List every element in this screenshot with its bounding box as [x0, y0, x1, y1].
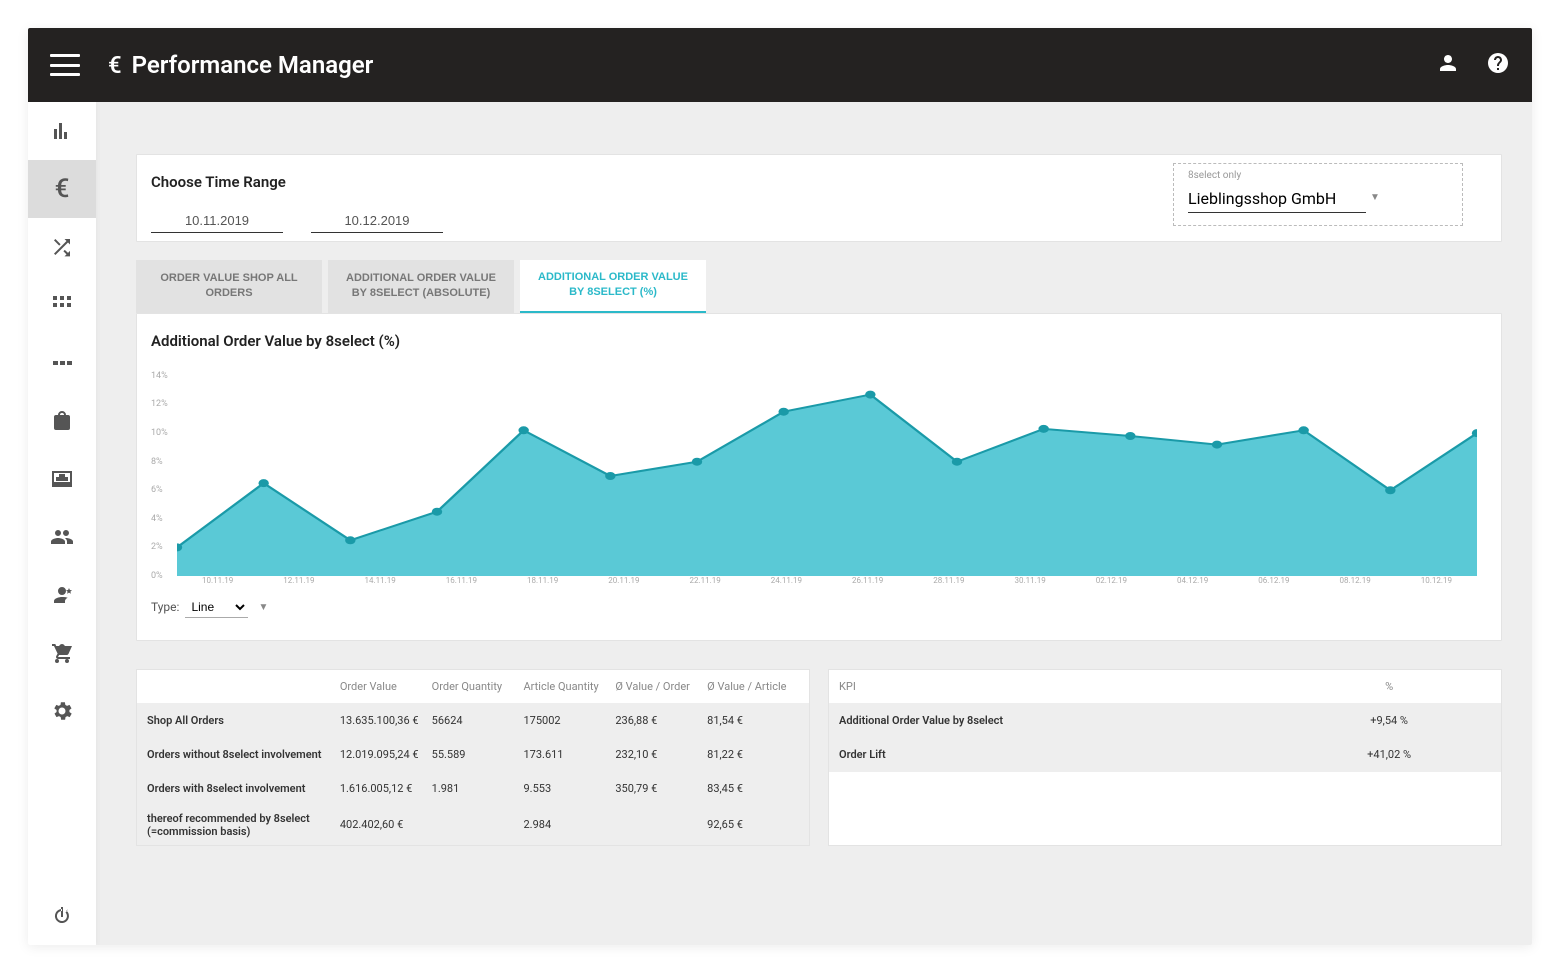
- sidebar-item-settings[interactable]: [28, 682, 96, 740]
- shop-selector[interactable]: 8select only Lieblingsshop GmbH ▼: [1173, 163, 1463, 226]
- chart-area: 0%2%4%6%8%10%12%14%: [177, 376, 1477, 576]
- sidebar-item-power[interactable]: [28, 887, 96, 945]
- sidebar-item-dashboard[interactable]: [28, 334, 96, 392]
- menu-toggle-icon[interactable]: [50, 54, 80, 76]
- sidebar-item-star-user[interactable]: [28, 566, 96, 624]
- tab-additional-percent[interactable]: ADDITIONAL ORDER VALUE BY 8SELECT (%): [520, 260, 706, 313]
- chart-x-tick: 02.12.19: [1071, 576, 1152, 585]
- shop-selector-value: Lieblingsshop GmbH: [1188, 185, 1366, 213]
- time-range-title: Choose Time Range: [151, 173, 443, 191]
- date-from-input[interactable]: [151, 209, 283, 233]
- chart-y-tick: 6%: [151, 485, 163, 495]
- sidebar-item-revenue[interactable]: €: [28, 160, 96, 218]
- chart-y-tick: 2%: [151, 542, 163, 552]
- chart-y-tick: 10%: [151, 428, 168, 438]
- table-row: Orders without 8select involvement12.019…: [137, 738, 809, 772]
- header-currency-icon: €: [108, 51, 122, 79]
- tab-additional-absolute[interactable]: ADDITIONAL ORDER VALUE BY 8SELECT (ABSOL…: [328, 260, 514, 313]
- table-row: thereof recommended by 8select (=commiss…: [137, 806, 809, 845]
- chart-x-tick: 12.11.19: [258, 576, 339, 585]
- chart-x-tick: 20.11.19: [583, 576, 664, 585]
- sidebar-item-shop[interactable]: [28, 392, 96, 450]
- chart-x-tick: 06.12.19: [1233, 576, 1314, 585]
- topbar: € Performance Manager: [28, 28, 1532, 102]
- chart-x-tick: 16.11.19: [421, 576, 502, 585]
- date-to-input[interactable]: [311, 209, 443, 233]
- kpi-table: KPI%Additional Order Value by 8select+9,…: [828, 669, 1502, 846]
- metrics-table: Order ValueOrder QuantityArticle Quantit…: [136, 669, 810, 846]
- tab-order-value-all[interactable]: ORDER VALUE SHOP ALL ORDERS: [136, 260, 322, 313]
- chart-x-labels: 10.11.1912.11.1914.11.1916.11.1918.11.19…: [177, 576, 1477, 585]
- help-icon[interactable]: [1486, 51, 1510, 79]
- sidebar-item-grid[interactable]: [28, 276, 96, 334]
- table-row: Additional Order Value by 8select+9,54 %: [829, 704, 1501, 738]
- chart-y-tick: 14%: [151, 371, 168, 381]
- chart-x-tick: 04.12.19: [1152, 576, 1233, 585]
- sidebar: €: [28, 102, 96, 945]
- page-title: Performance Manager: [132, 51, 374, 79]
- sidebar-item-cart[interactable]: [28, 624, 96, 682]
- chevron-down-icon: ▼: [258, 602, 268, 613]
- chart-y-tick: 12%: [151, 399, 168, 409]
- table-header: Order ValueOrder QuantityArticle Quantit…: [137, 670, 809, 704]
- chart-x-tick: 28.11.19: [908, 576, 989, 585]
- chart-x-tick: 24.11.19: [746, 576, 827, 585]
- chart-x-tick: 14.11.19: [340, 576, 421, 585]
- chart-x-tick: 10.11.19: [177, 576, 258, 585]
- euro-icon: €: [55, 174, 70, 204]
- chart-x-tick: 10.12.19: [1396, 576, 1477, 585]
- tabs: ORDER VALUE SHOP ALL ORDERS ADDITIONAL O…: [136, 260, 1502, 313]
- sidebar-item-analytics[interactable]: [28, 102, 96, 160]
- chart-y-tick: 4%: [151, 514, 163, 524]
- chart-x-tick: 08.12.19: [1315, 576, 1396, 585]
- chart-y-tick: 0%: [151, 571, 163, 581]
- chart-x-tick: 30.11.19: [990, 576, 1071, 585]
- chart-x-tick: 26.11.19: [827, 576, 908, 585]
- sidebar-item-display[interactable]: [28, 450, 96, 508]
- table-header: KPI%: [829, 670, 1501, 704]
- chart-x-tick: 18.11.19: [502, 576, 583, 585]
- time-range-card: Choose Time Range 8select only Lieblings…: [136, 154, 1502, 242]
- user-icon[interactable]: [1436, 51, 1460, 79]
- table-row: Orders with 8select involvement1.616.005…: [137, 772, 809, 806]
- chart-type-label: Type:: [151, 600, 179, 614]
- chart-type-select[interactable]: Line: [185, 597, 248, 618]
- table-row: Order Lift+41,02 %: [829, 738, 1501, 772]
- sidebar-item-people[interactable]: [28, 508, 96, 566]
- chart-card: Additional Order Value by 8select (%) 0%…: [136, 313, 1502, 641]
- chart-x-tick: 22.11.19: [665, 576, 746, 585]
- chart-y-tick: 8%: [151, 457, 163, 467]
- shop-selector-label: 8select only: [1188, 170, 1448, 181]
- chart-title: Additional Order Value by 8select (%): [151, 332, 1487, 350]
- chevron-down-icon: ▼: [1370, 192, 1380, 203]
- main-content: Choose Time Range 8select only Lieblings…: [96, 102, 1532, 945]
- table-row: Shop All Orders13.635.100,36 €5662417500…: [137, 704, 809, 738]
- sidebar-item-shuffle[interactable]: [28, 218, 96, 276]
